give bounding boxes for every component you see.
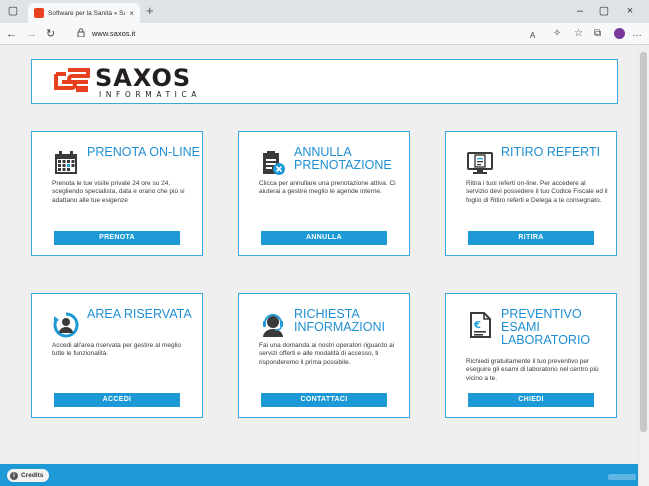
footer-bar: i Credits xyxy=(0,464,638,486)
refresh-icon[interactable]: ↻ xyxy=(46,27,55,41)
read-aloud-icon[interactable]: A xyxy=(530,29,535,43)
browser-tab[interactable]: Software per la Sanità » Saxos In × xyxy=(28,3,140,23)
favorites-icon[interactable]: ☆ xyxy=(574,27,583,41)
collections-icon[interactable]: ⧉ xyxy=(594,27,601,41)
ritira-button[interactable]: RITIRA xyxy=(468,231,594,245)
saxos-favicon-icon xyxy=(34,8,44,18)
card-annulla: ANNULLA PRENOTAZIONE Clicca per annullar… xyxy=(238,131,410,256)
tab-close-icon[interactable]: × xyxy=(129,9,134,18)
maximize-button[interactable]: ▢ xyxy=(596,3,612,19)
euro-document-icon: € xyxy=(470,312,491,338)
browser-tab-bar: ▢ Software per la Sanità » Saxos In × + … xyxy=(0,0,649,23)
minimize-button[interactable]: – xyxy=(572,3,588,19)
card-area-riservata: AREA RISERVATA Accedi all'area riservata… xyxy=(31,293,203,418)
credits-label: Credits xyxy=(21,472,44,479)
card-description: Prenota le tue visite private 24 ore su … xyxy=(52,180,185,204)
tab-actions-icon[interactable]: ▢ xyxy=(5,3,21,19)
contattaci-button[interactable]: CONTATTACI xyxy=(261,393,387,407)
card-preventivo: € PREVENTIVO ESAMI LABORATORIO Richiedi … xyxy=(445,293,617,418)
card-title: AREA RISERVATA xyxy=(87,307,192,321)
card-title: ANNULLA PRENOTAZIONE xyxy=(294,145,392,172)
card-title: PREVENTIVO ESAMI LABORATORIO xyxy=(501,307,591,347)
svg-text:€: € xyxy=(473,320,481,331)
credits-button[interactable]: i Credits xyxy=(7,469,50,482)
card-ritiro: RITIRO REFERTI Ritira i tuoi referti on-… xyxy=(445,131,617,256)
calendar-icon xyxy=(55,151,77,174)
close-window-button[interactable]: × xyxy=(622,3,638,19)
back-icon[interactable]: ← xyxy=(6,27,17,41)
chiedi-button[interactable]: CHIEDI xyxy=(468,393,594,407)
card-description: Accedi all'area riservata per gestire al… xyxy=(52,342,182,358)
card-prenota: PRENOTA ON-LINE Prenota le tue visite pr… xyxy=(31,131,203,256)
accedi-button[interactable]: ACCEDI xyxy=(54,393,180,407)
more-menu-icon[interactable]: … xyxy=(632,27,642,41)
card-richiesta-informazioni: RICHIESTA INFORMAZIONI Fai una domanda a… xyxy=(238,293,410,418)
cancel-booking-icon xyxy=(263,151,285,175)
card-title: PRENOTA ON-LINE xyxy=(87,145,200,159)
new-tab-button[interactable]: + xyxy=(146,4,154,18)
tab-title: Software per la Sanità » Saxos In xyxy=(48,9,125,17)
card-title: RICHIESTA INFORMAZIONI xyxy=(294,307,385,334)
brand-name: SAXOS xyxy=(95,64,192,92)
profile-avatar[interactable] xyxy=(614,28,625,39)
saxos-logo-icon xyxy=(54,68,90,92)
annulla-button[interactable]: ANNULLA xyxy=(261,231,387,245)
user-refresh-icon xyxy=(53,312,79,338)
forward-icon[interactable]: → xyxy=(26,27,37,41)
page-content xyxy=(0,45,638,486)
extensions-icon[interactable]: ✧ xyxy=(553,27,561,41)
logo-banner[interactable]: SAXOS INFORMATICA xyxy=(31,59,618,104)
operator-headset-icon xyxy=(263,314,283,337)
card-description: Ritira i tuoi referti on-line. Per acced… xyxy=(466,180,608,204)
scrollbar-thumb[interactable] xyxy=(640,52,647,432)
card-description: Richiedi gratuitamente il tuo preventivo… xyxy=(466,358,599,382)
card-title: RITIRO REFERTI xyxy=(501,145,601,159)
card-description: Fai una domanda ai nostri operatori rigu… xyxy=(259,342,395,366)
prenota-button[interactable]: PRENOTA xyxy=(54,231,180,245)
lock-icon xyxy=(77,28,85,37)
report-screen-icon xyxy=(467,152,493,174)
address-bar: ← → ↻ www.saxos.it A ✧ ☆ ⧉ … xyxy=(0,23,649,45)
card-description: Clicca per annullare una prenotazione at… xyxy=(259,180,396,196)
brand-subtitle: INFORMATICA xyxy=(99,90,202,99)
footer-watermark xyxy=(608,474,636,480)
info-icon: i xyxy=(10,471,18,480)
url-field[interactable]: www.saxos.it xyxy=(92,29,135,38)
